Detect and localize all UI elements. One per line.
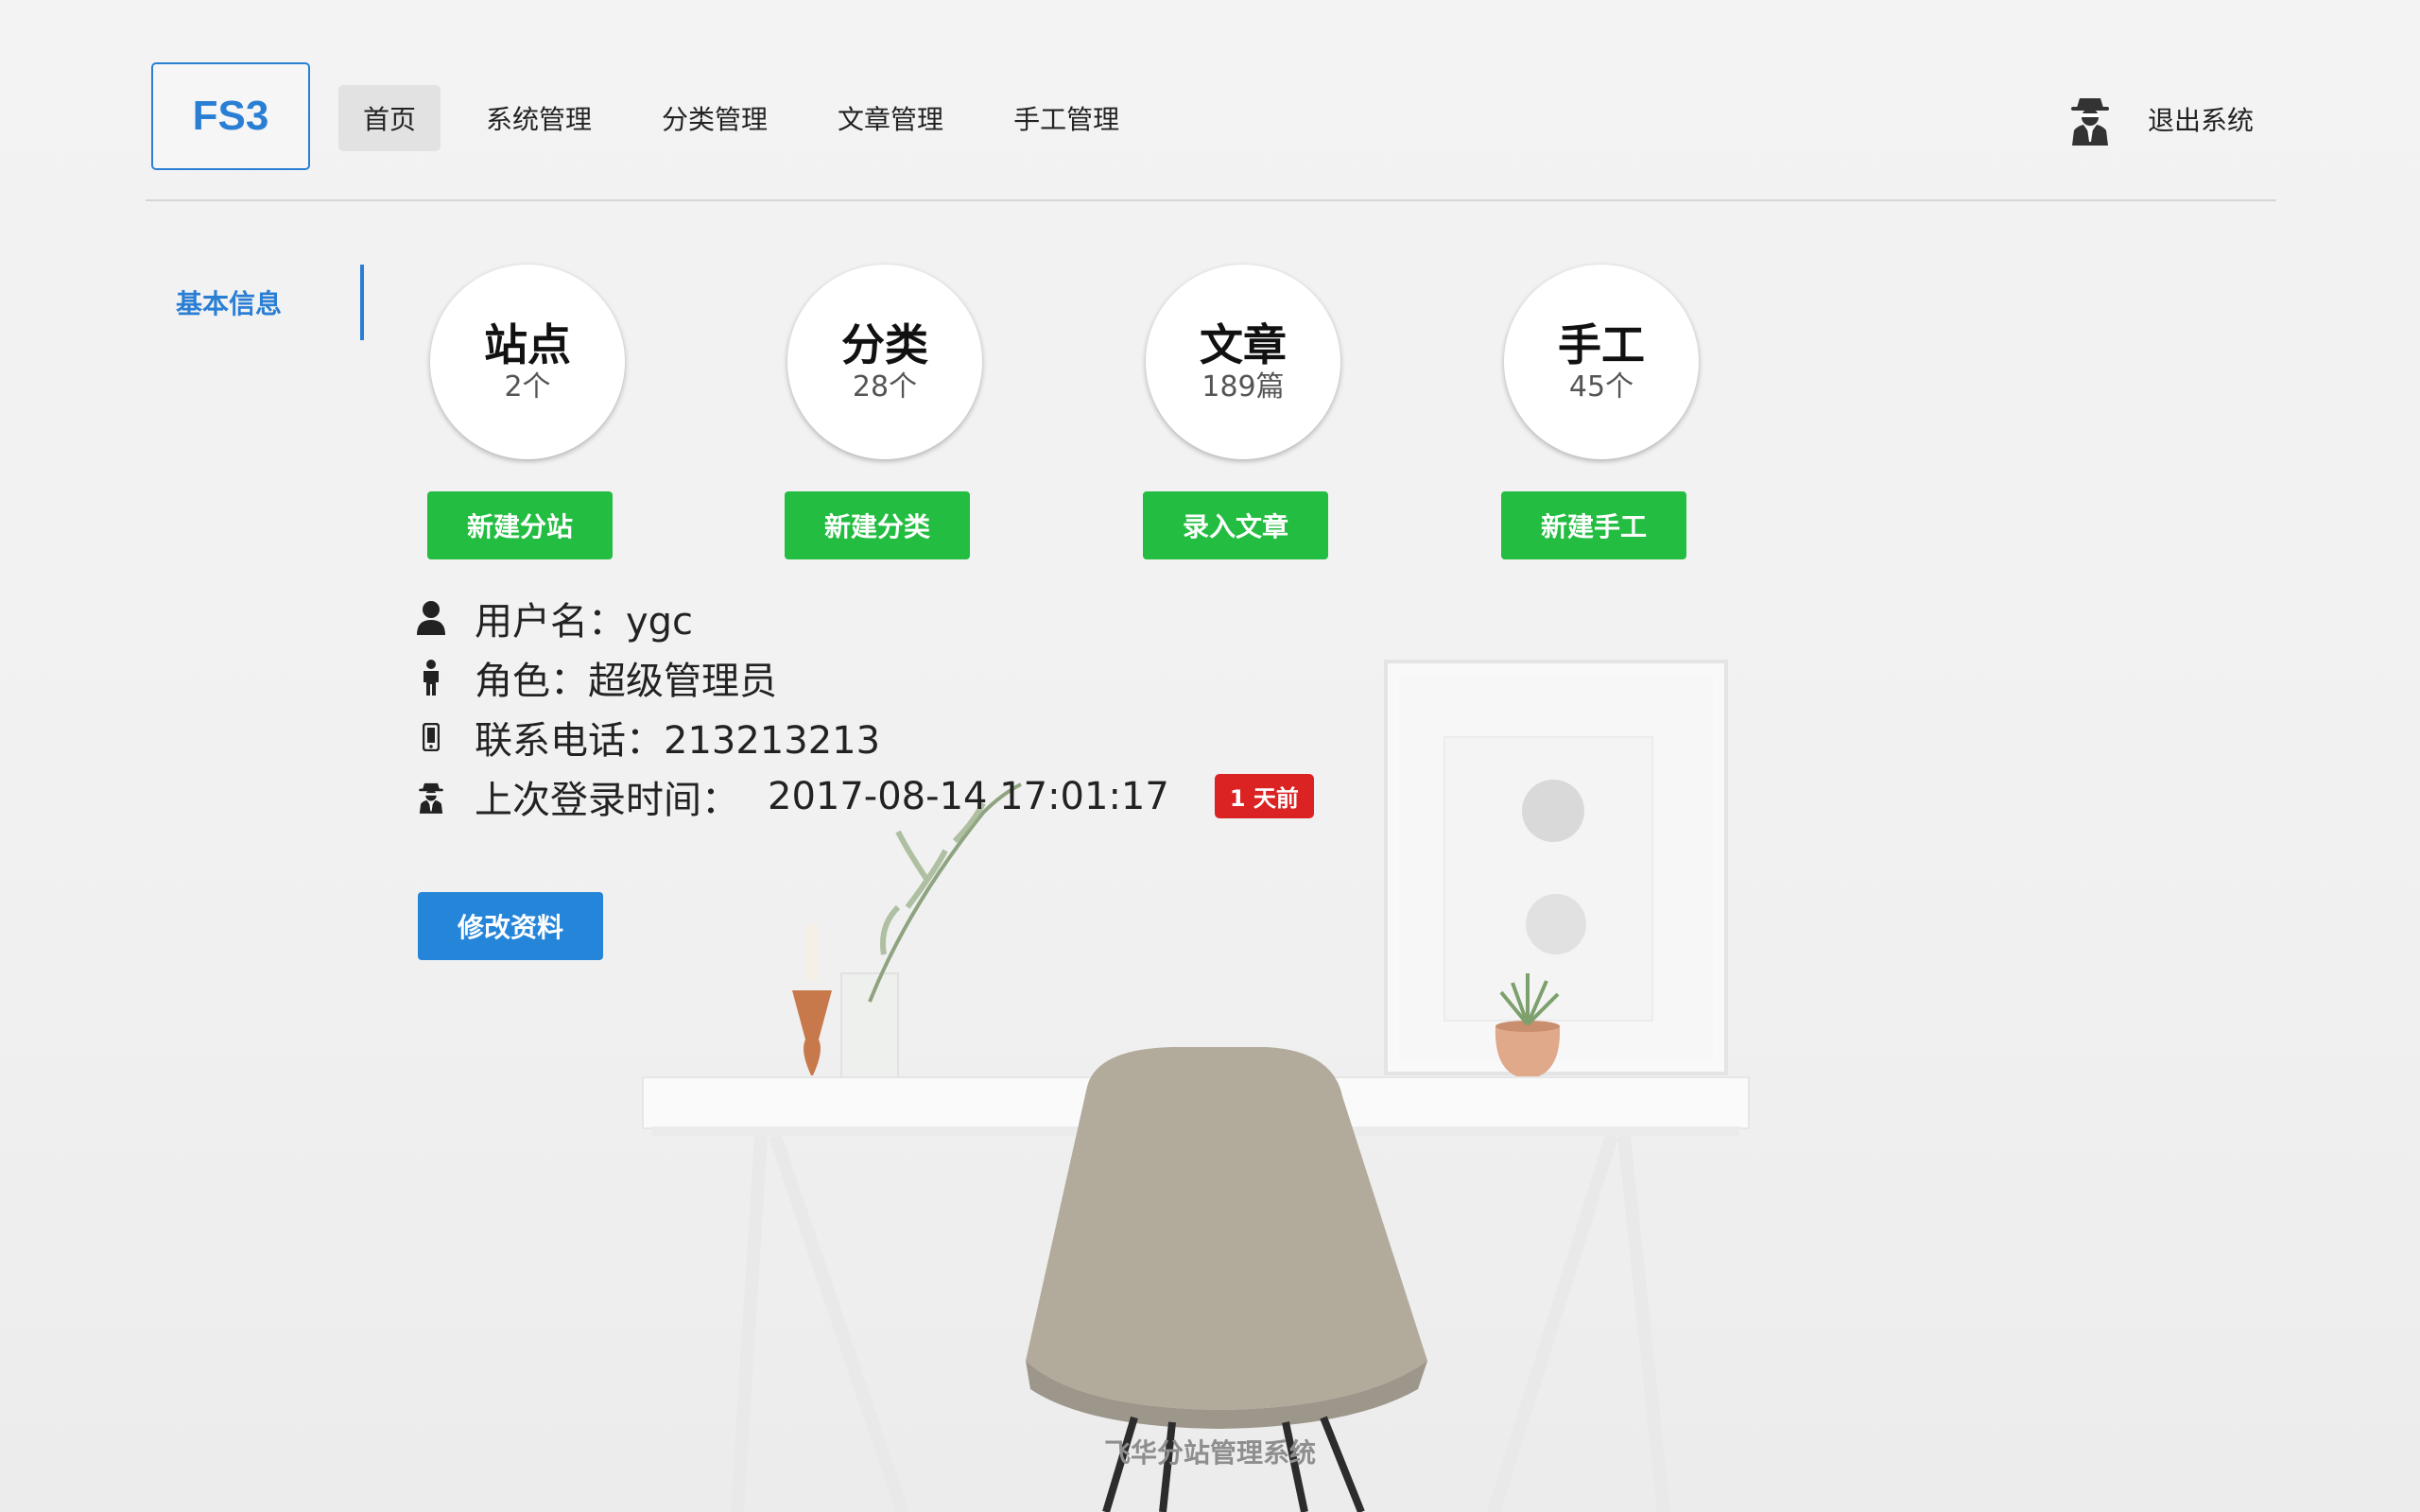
phone-text: 联系电话：213213213: [475, 718, 881, 763]
candle-holder: [792, 924, 832, 1075]
user-icon: [416, 599, 446, 637]
nav-item-system[interactable]: 系统管理: [461, 85, 616, 151]
user-secret-icon: [416, 778, 446, 816]
user-info: 用户名：ygc 角色：超级管理员 联系电话：213213213 上次登录时间： …: [416, 588, 1314, 826]
nav-item-home[interactable]: 首页: [338, 85, 441, 151]
stat-title: 文章: [1200, 319, 1287, 370]
username-row: 用户名：ygc: [416, 588, 1314, 647]
stat-title: 手工: [1558, 319, 1645, 370]
user-secret-icon: [2071, 98, 2109, 146]
role-text: 角色：超级管理员: [475, 659, 777, 703]
male-icon: [416, 659, 446, 696]
picture-frame: [1384, 660, 1728, 1075]
stat-count: 189篇: [1201, 370, 1285, 404]
mobile-icon: [416, 718, 446, 756]
nav-item-handcraft[interactable]: 手工管理: [989, 85, 1144, 151]
main-nav: 首页 系统管理 分类管理 文章管理 手工管理: [338, 85, 1165, 151]
footer-title: 飞华分站管理系统: [1103, 1437, 1316, 1469]
vase-branch: [840, 782, 1022, 1078]
app-logo[interactable]: FS3: [151, 62, 310, 170]
stat-count: 45个: [1568, 370, 1634, 404]
sidebar-item-label: 基本信息: [176, 288, 283, 319]
new-site-button[interactable]: 新建分站: [427, 491, 613, 559]
stat-title: 分类: [841, 319, 928, 370]
role-row: 角色：超级管理员: [416, 647, 1314, 707]
last-login-label: 上次登录时间：: [475, 778, 739, 822]
nav-item-article[interactable]: 文章管理: [813, 85, 968, 151]
logout-label: 退出系统: [2148, 105, 2255, 136]
stat-circle: 站点 2个: [430, 265, 625, 459]
phone-row: 联系电话：213213213: [416, 707, 1314, 766]
username-text: 用户名：ygc: [475, 599, 694, 644]
last-login-badge: 1 天前: [1214, 774, 1314, 818]
stat-count: 28个: [852, 370, 918, 404]
sidebar-item-basic-info[interactable]: 基本信息: [146, 265, 364, 340]
add-article-button[interactable]: 录入文章: [1143, 491, 1328, 559]
top-header: FS3 首页 系统管理 分类管理 文章管理 手工管理 退出系统: [0, 0, 2420, 202]
new-handcraft-button[interactable]: 新建手工: [1501, 491, 1686, 559]
stat-circle: 文章 189篇: [1146, 265, 1340, 459]
last-login-row: 上次登录时间： 2017-08-14 17:01:17 1 天前: [416, 766, 1314, 826]
logout-button[interactable]: 退出系统: [2066, 91, 2254, 147]
sidebar: 基本信息: [146, 265, 364, 340]
header-divider: [146, 199, 2276, 201]
stat-title: 站点: [484, 319, 571, 370]
stat-circle: 分类 28个: [787, 265, 982, 459]
last-login-time: 2017-08-14 17:01:17: [768, 774, 1169, 818]
sidebar-active-indicator: [360, 265, 364, 340]
stat-count: 2个: [504, 370, 551, 404]
new-category-button[interactable]: 新建分类: [785, 491, 970, 559]
edit-profile-button[interactable]: 修改资料: [418, 892, 603, 960]
stat-circle: 手工 45个: [1504, 265, 1699, 459]
nav-item-category[interactable]: 分类管理: [637, 85, 792, 151]
